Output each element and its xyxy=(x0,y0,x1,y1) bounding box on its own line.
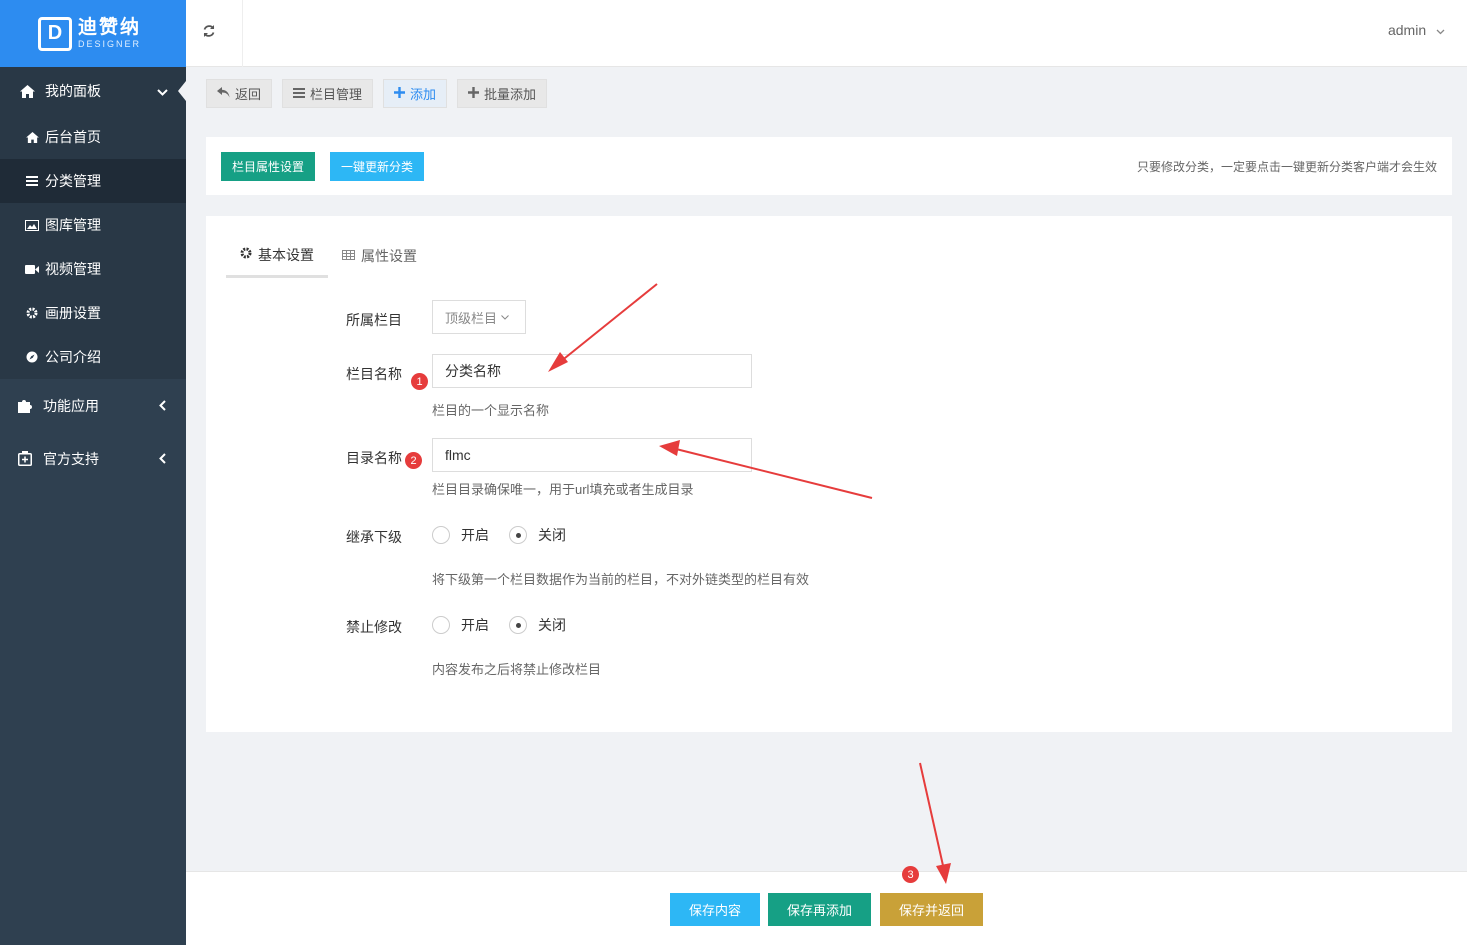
logo-mark-icon: D xyxy=(38,16,72,51)
update-hint: 只要修改分类，一定要点击一键更新分类客户端才会生效 xyxy=(1136,160,1437,174)
name-input[interactable] xyxy=(432,354,752,388)
compass-icon xyxy=(24,351,40,363)
parent-select[interactable]: 顶级栏目 xyxy=(432,300,526,334)
manage-label: 栏目管理 xyxy=(310,87,363,102)
video-icon xyxy=(24,264,40,274)
lock-on-radio[interactable] xyxy=(432,616,450,634)
chevron-left-icon xyxy=(159,451,166,467)
inherit-help: 将下级第一个栏目数据作为当前的栏目，不对外链类型的栏目有效 xyxy=(432,572,810,587)
save-and-add-button[interactable]: 保存再添加 xyxy=(768,893,872,926)
chevron-left-icon xyxy=(159,398,166,414)
puzzle-icon xyxy=(16,399,34,413)
tab-attributes[interactable]: 属性设置 xyxy=(328,234,431,278)
sidebar-item-company[interactable]: 公司介绍 xyxy=(0,335,186,379)
batch-add-button[interactable]: 批量添加 xyxy=(457,79,548,108)
annotation-arrow-3 xyxy=(919,762,951,884)
tab-attributes-label: 属性设置 xyxy=(361,248,417,264)
list-icon xyxy=(293,86,306,101)
save-and-back-button[interactable]: 保存并返回 xyxy=(880,893,984,926)
dir-label: 目录名称 xyxy=(346,450,402,466)
tabs: 基本设置 属性设置 xyxy=(226,234,431,278)
back-label: 返回 xyxy=(235,87,262,102)
user-menu[interactable]: admin xyxy=(1388,22,1445,38)
lock-label: 禁止修改 xyxy=(346,619,402,635)
gear-icon xyxy=(240,247,252,262)
add-label: 添加 xyxy=(410,87,437,102)
sidebar-group-functions[interactable]: 功能应用 xyxy=(0,379,186,432)
sidebar-group-label: 我的面板 xyxy=(45,83,101,99)
header-divider xyxy=(242,0,243,67)
sidebar-group-support[interactable]: 官方支持 xyxy=(0,432,186,485)
lock-radio-group: 开启 关闭 xyxy=(432,615,586,635)
sidebar-group-my-panel[interactable]: 我的面板 xyxy=(0,67,186,115)
sidebar-item-category[interactable]: 分类管理 xyxy=(0,159,186,203)
action-card: 栏目属性设置 一键更新分类 只要修改分类，一定要点击一键更新分类客户端才会生效 xyxy=(206,137,1452,195)
annotation-badge-1: 1 xyxy=(411,373,428,390)
inherit-off-radio[interactable] xyxy=(509,526,527,544)
parent-select-value: 顶级栏目 xyxy=(445,310,498,326)
add-button[interactable]: 添加 xyxy=(383,79,448,108)
table-icon xyxy=(342,249,355,263)
list-icon xyxy=(24,176,40,186)
dir-help: 栏目目录确保唯一，用于url填充或者生成目录 xyxy=(432,482,694,497)
back-button[interactable]: 返回 xyxy=(206,79,273,108)
user-name: admin xyxy=(1387,22,1427,38)
update-category-button[interactable]: 一键更新分类 xyxy=(330,152,425,181)
gear-icon xyxy=(24,307,40,319)
lock-help: 内容发布之后将禁止修改栏目 xyxy=(432,662,602,677)
sidebar-item-label: 画册设置 xyxy=(45,305,101,321)
logo-cn: 迪赞纳 xyxy=(78,17,142,38)
refresh-icon[interactable] xyxy=(202,24,216,42)
image-icon xyxy=(24,219,40,231)
home-icon xyxy=(16,84,38,98)
name-help: 栏目的一个显示名称 xyxy=(432,403,550,418)
inherit-on-label: 开启 xyxy=(461,527,489,543)
sidebar-item-label: 视频管理 xyxy=(45,261,101,277)
plus-icon xyxy=(468,86,480,101)
annotation-badge-2: 2 xyxy=(405,452,422,469)
sidebar-item-label: 图库管理 xyxy=(45,217,101,233)
sidebar-group-label: 官方支持 xyxy=(43,450,99,467)
sidebar-item-gallery[interactable]: 图库管理 xyxy=(0,203,186,247)
sidebar-group-label: 功能应用 xyxy=(43,397,99,414)
lock-off-radio[interactable] xyxy=(509,616,527,634)
chevron-down-icon xyxy=(157,83,168,99)
parent-label: 所属栏目 xyxy=(346,312,402,328)
name-label: 栏目名称 xyxy=(346,366,402,382)
inherit-radio-group: 开启 关闭 xyxy=(432,525,586,545)
sidebar-item-label: 公司介绍 xyxy=(45,349,101,365)
tab-basic[interactable]: 基本设置 xyxy=(226,234,328,278)
sidebar-item-video[interactable]: 视频管理 xyxy=(0,247,186,291)
chevron-down-icon xyxy=(1436,22,1445,38)
attr-settings-button[interactable]: 栏目属性设置 xyxy=(221,152,316,181)
logo[interactable]: D 迪赞纳 DESIGNER xyxy=(0,0,186,67)
sidebar-item-home[interactable]: 后台首页 xyxy=(0,115,186,159)
sidebar-item-label: 分类管理 xyxy=(45,173,101,189)
sidebar-item-label: 后台首页 xyxy=(45,129,101,145)
inherit-label: 继承下级 xyxy=(346,529,402,545)
inherit-off-label: 关闭 xyxy=(538,527,566,543)
submenu: 后台首页 分类管理 图库管理 视频管理 画册设置 公司介绍 xyxy=(0,115,186,379)
plus-icon xyxy=(394,86,406,101)
form-card: 基本设置 属性设置 所属栏目 顶级栏目 栏目名称 栏目的一个显示名称 目录名称 … xyxy=(206,216,1452,732)
reply-icon xyxy=(217,86,230,101)
chevron-down-icon xyxy=(501,312,509,322)
inherit-on-radio[interactable] xyxy=(432,526,450,544)
dir-input[interactable] xyxy=(432,438,752,472)
lock-off-label: 关闭 xyxy=(538,617,566,633)
footer: 保存内容 保存再添加 保存并返回 xyxy=(186,871,1467,945)
save-button[interactable]: 保存内容 xyxy=(670,893,761,926)
category-manage-button[interactable]: 栏目管理 xyxy=(282,79,374,108)
sidebar: D 迪赞纳 DESIGNER 我的面板 后台首页 分类管理 图库管理 视频管理 … xyxy=(0,0,186,945)
header: admin xyxy=(186,0,1467,67)
sidebar-item-album[interactable]: 画册设置 xyxy=(0,291,186,335)
logo-en: DESIGNER xyxy=(78,39,142,49)
home-icon xyxy=(24,131,40,143)
batch-add-label: 批量添加 xyxy=(484,87,537,102)
lock-on-label: 开启 xyxy=(461,617,489,633)
plus-square-icon xyxy=(16,451,34,466)
toolbar: 返回 栏目管理 添加 批量添加 xyxy=(206,79,548,108)
tab-basic-label: 基本设置 xyxy=(258,246,314,263)
annotation-badge-3: 3 xyxy=(902,866,919,883)
